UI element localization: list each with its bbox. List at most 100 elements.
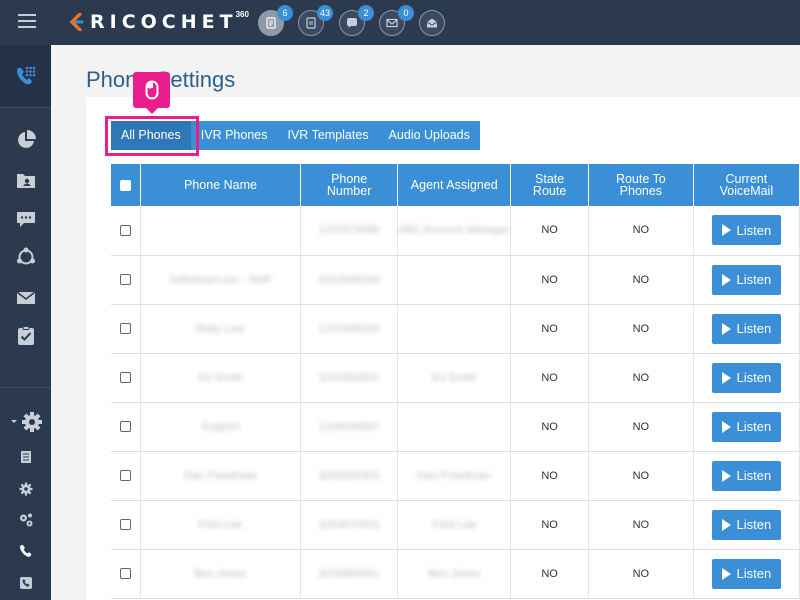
app-logo[interactable]: RICOCHET 360 <box>68 9 249 35</box>
table-row[interactable]: Baby Line 1231586235 NO NO Listen <box>111 304 800 354</box>
table-row[interactable]: Salesteam.biz - SMP 3203568336 NO NO Listen <box>111 255 800 305</box>
voicemail-cell: Listen <box>693 549 800 599</box>
inbox-button[interactable]: 43 <box>298 5 333 36</box>
row-checkbox[interactable] <box>120 323 131 335</box>
sidebar-item-reports[interactable] <box>0 129 51 151</box>
phone-name-cell: Fred Lee <box>140 500 302 550</box>
table-row[interactable]: Fred Lee 3204870531 Fred Lee NO NO Listen <box>111 500 800 550</box>
phone-number-cell: 1231579086 <box>300 206 399 256</box>
state-route-cell: NO <box>510 451 590 501</box>
chat-icon <box>16 212 35 227</box>
header-current-voicemail[interactable]: Current VoiceMail <box>693 164 800 206</box>
tab-ivr-templates[interactable]: IVR Templates <box>277 121 378 150</box>
pie-chart-icon <box>17 130 36 148</box>
state-route-cell: NO <box>510 353 590 403</box>
phones-table: Phone Name Phone Number Agent Assigned St… <box>111 164 800 599</box>
sidebar-divider <box>0 107 51 108</box>
sidebar-item-chat[interactable] <box>0 208 51 230</box>
row-checkbox[interactable] <box>120 568 131 580</box>
listen-button[interactable]: Listen <box>711 362 782 393</box>
sidebar-item-advanced-settings[interactable] <box>0 512 51 528</box>
ricochet-logo-icon <box>69 13 84 31</box>
voicemail-cell: Listen <box>693 304 800 354</box>
mail-button[interactable]: 0 <box>379 5 414 36</box>
listen-button[interactable]: Listen <box>711 558 782 589</box>
phone-name-cell: Ed Smith <box>140 353 302 403</box>
listen-button[interactable]: Listen <box>711 215 782 246</box>
phone-number-cell: 3202583501 <box>300 353 399 403</box>
hamburger-menu-icon[interactable] <box>18 14 36 28</box>
table-row[interactable]: Support 1234546597 NO NO Listen <box>111 402 800 452</box>
listen-label: Listen <box>736 419 772 434</box>
sidebar-item-network[interactable] <box>0 246 51 268</box>
brand-name: RICOCHET <box>90 11 238 33</box>
tab-ivr-phones[interactable]: IVR Phones <box>191 121 278 150</box>
play-icon <box>721 518 731 531</box>
listen-button[interactable]: Listen <box>711 313 782 344</box>
row-checkbox[interactable] <box>120 274 131 286</box>
header-phone-name[interactable]: Phone Name <box>140 164 302 206</box>
tab-highlight-box <box>105 116 199 156</box>
header-current-voicemail-line2: VoiceMail <box>719 184 774 198</box>
state-route-cell: NO <box>510 255 590 305</box>
voicemail-cell: Listen <box>693 500 800 550</box>
sidebar-item-tasks[interactable] <box>0 325 51 347</box>
phone-card-icon <box>19 577 32 589</box>
settings-gear-icon <box>10 412 42 432</box>
header-route-to-phones-line2: Phones <box>619 184 663 198</box>
sidebar-item-phone-card[interactable] <box>0 575 51 591</box>
table-row[interactable]: 1231579086 ABC Account Manager NO NO Listen <box>111 206 800 256</box>
phone-number-cell: 3202869561 <box>300 549 399 599</box>
sidebar-item-phone[interactable] <box>0 543 51 559</box>
route-to-phones-cell: NO <box>588 353 694 403</box>
listen-button[interactable]: Listen <box>711 460 782 491</box>
document-icon <box>20 451 31 463</box>
row-select-cell <box>111 353 141 403</box>
listen-button[interactable]: Listen <box>711 264 782 295</box>
row-select-cell <box>111 304 141 354</box>
sidebar-divider-2 <box>0 387 51 388</box>
table-row[interactable]: Ed Smith 3202583501 Ed Smith NO NO Listen <box>111 353 800 403</box>
listen-button[interactable]: Listen <box>711 411 782 442</box>
listen-label: Listen <box>736 272 772 287</box>
phone-name-cell: Dan Freedman <box>140 451 302 501</box>
phone-number-cell: 1234546597 <box>300 402 399 452</box>
sidebar-item-preferences[interactable] <box>0 481 51 497</box>
agent-assigned-cell: ABC Account Manager <box>397 206 512 256</box>
header-phone-number[interactable]: Phone Number <box>300 164 399 206</box>
agent-assigned-cell: Ed Smith <box>397 353 512 403</box>
header-agent-assigned[interactable]: Agent Assigned <box>397 164 512 206</box>
table-row[interactable]: Ben Jones 3202869561 Ben Jones NO NO Listen <box>111 549 800 599</box>
envelope-open-button[interactable] <box>419 10 445 36</box>
sidebar-item-mail[interactable] <box>0 287 51 309</box>
gear-small-icon <box>19 482 32 496</box>
table-row[interactable]: Dan Freedman 3208265353 Dan Freedman NO NO Li… <box>111 451 800 501</box>
chat-button[interactable]: 2 <box>339 5 374 36</box>
row-select-cell <box>111 500 141 550</box>
brand-superscript: 360 <box>235 9 249 19</box>
row-checkbox[interactable] <box>120 470 131 482</box>
sidebar-item-settings[interactable] <box>0 411 51 433</box>
tab-audio-uploads[interactable]: Audio Uploads <box>379 121 480 150</box>
mail-badge: 0 <box>398 5 414 21</box>
header-state-route[interactable]: State Route <box>510 164 590 206</box>
header-route-to-phones[interactable]: Route To Phones <box>588 164 694 206</box>
reports-button[interactable]: 6 <box>258 5 293 36</box>
agent-assigned-cell: Fred Lee <box>397 500 512 550</box>
phone-keypad-icon <box>16 66 35 85</box>
listen-button[interactable]: Listen <box>711 509 782 540</box>
left-sidebar <box>0 45 51 600</box>
sidebar-item-phones[interactable] <box>0 45 51 107</box>
sidebar-item-contacts[interactable] <box>0 169 51 191</box>
play-icon <box>721 224 731 237</box>
row-checkbox[interactable] <box>120 421 131 433</box>
phone-name-cell: Support <box>140 402 302 452</box>
row-checkbox[interactable] <box>120 519 131 531</box>
sidebar-item-documents[interactable] <box>0 449 51 465</box>
inbox-icon <box>306 17 316 29</box>
phone-name-cell: Ben Jones <box>140 549 302 599</box>
select-all-checkbox[interactable] <box>120 180 131 192</box>
row-checkbox[interactable] <box>120 372 131 384</box>
listen-label: Listen <box>736 222 772 238</box>
row-checkbox[interactable] <box>120 224 131 236</box>
